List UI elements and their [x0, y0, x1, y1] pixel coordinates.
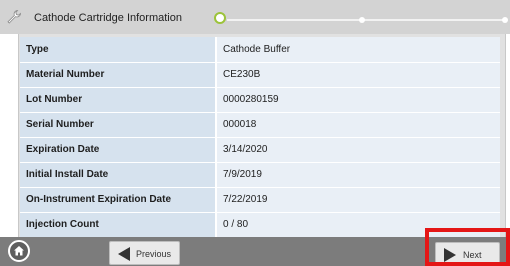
row-label: On-Instrument Expiration Date	[20, 187, 217, 213]
row-value: 000018	[216, 112, 500, 138]
previous-button[interactable]: Previous	[109, 241, 180, 265]
cartridge-info-table: Type Cathode Buffer Material Number CE23…	[20, 37, 500, 238]
table-row: Expiration Date 3/14/2020	[20, 137, 500, 163]
next-highlight-box	[425, 228, 510, 266]
home-icon	[14, 246, 24, 256]
row-label: Lot Number	[20, 87, 217, 113]
table-row: Type Cathode Buffer	[20, 37, 500, 63]
table-row: On-Instrument Expiration Date 7/22/2019	[20, 187, 500, 213]
table-row: Lot Number 0000280159	[20, 87, 500, 113]
row-value: Cathode Buffer	[216, 37, 500, 63]
table-row: Initial Install Date 7/9/2019	[20, 162, 500, 188]
row-label: Initial Install Date	[20, 162, 217, 188]
header-bar: Cathode Cartridge Information	[0, 0, 510, 34]
page-title: Cathode Cartridge Information	[34, 12, 182, 24]
progress-track	[227, 19, 507, 21]
row-value: CE230B	[216, 62, 500, 88]
row-label: Material Number	[20, 62, 217, 88]
row-label: Serial Number	[20, 112, 217, 138]
row-label: Injection Count	[20, 212, 217, 238]
previous-label: Previous	[136, 249, 172, 259]
table-row: Serial Number 000018	[20, 112, 500, 138]
row-value: 7/22/2019	[216, 187, 500, 213]
wrench-icon	[7, 10, 21, 24]
row-value: 7/9/2019	[216, 162, 500, 188]
row-label: Type	[20, 37, 217, 63]
row-value: 3/14/2020	[216, 137, 500, 163]
arrow-left-icon	[118, 247, 130, 261]
row-label: Expiration Date	[20, 137, 217, 163]
progress-step-current	[214, 12, 226, 24]
table-row: Material Number CE230B	[20, 62, 500, 88]
home-button[interactable]	[8, 240, 30, 262]
progress-step-3	[502, 17, 508, 23]
row-value: 0000280159	[216, 87, 500, 113]
progress-step-2	[359, 17, 365, 23]
